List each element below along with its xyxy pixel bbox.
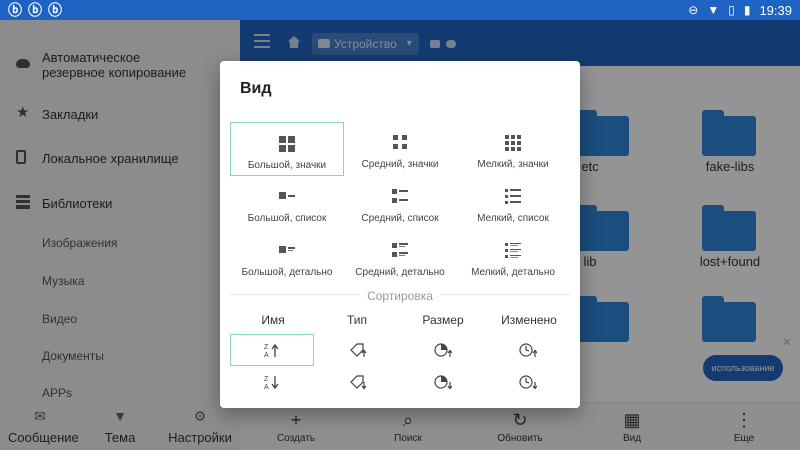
sort-alpha-desc-icon: Z A bbox=[264, 376, 279, 390]
sort-title-text: Сортировка bbox=[359, 289, 441, 303]
dialog-title: Вид bbox=[240, 80, 272, 97]
view-option-label: Средний, детально bbox=[355, 267, 445, 278]
sort-name-ascending-button[interactable]: Z A bbox=[230, 334, 314, 366]
clock: 19:39 bbox=[759, 2, 792, 18]
pie-down-icon bbox=[434, 375, 452, 390]
tag-up-icon bbox=[350, 343, 367, 357]
sort-column-modified: Изменено bbox=[501, 313, 557, 327]
sort-type-ascending-button[interactable] bbox=[316, 334, 400, 366]
medium-details-icon bbox=[392, 243, 408, 257]
view-option-large-list[interactable]: Большой, список bbox=[230, 176, 344, 230]
small-details-icon bbox=[505, 243, 521, 258]
dnd-icon: ⊖ bbox=[688, 3, 699, 17]
bug-icon: ⓑ bbox=[28, 2, 42, 18]
view-option-label: Мелкий, детально bbox=[471, 267, 555, 278]
view-dialog: Вид Большой, значки Средний, значки Мелк… bbox=[220, 61, 580, 408]
bug-icon: ⓑ bbox=[8, 2, 22, 18]
sort-column-type: Тип bbox=[346, 313, 367, 327]
view-option-medium-icons[interactable]: Средний, значки bbox=[343, 122, 457, 176]
sort-column-size: Размер bbox=[422, 313, 464, 327]
view-option-large-details[interactable]: Большой, детально bbox=[230, 230, 344, 284]
view-option-small-details[interactable]: Мелкий, детально bbox=[456, 230, 570, 284]
view-option-large-icons[interactable]: Большой, значки bbox=[230, 122, 344, 176]
sort-size-descending-button[interactable] bbox=[401, 366, 485, 398]
medium-grid-icon bbox=[393, 135, 407, 149]
svg-text:Z: Z bbox=[264, 376, 269, 383]
pie-up-icon bbox=[434, 343, 452, 357]
sort-section-title: Сортировка bbox=[220, 289, 580, 303]
bug-icon: ⓑ bbox=[48, 2, 62, 18]
large-grid-icon bbox=[279, 136, 295, 152]
sort-column-name: Имя bbox=[261, 313, 285, 327]
sort-modified-ascending-button[interactable] bbox=[486, 334, 570, 366]
no-sim-icon: ▯ bbox=[728, 3, 735, 17]
svg-text:Z: Z bbox=[264, 344, 269, 351]
view-option-label: Мелкий, значки bbox=[477, 159, 549, 170]
medium-list-icon bbox=[392, 189, 408, 203]
large-list-icon bbox=[279, 192, 295, 199]
view-option-medium-list[interactable]: Средний, список bbox=[343, 176, 457, 230]
svg-text:A: A bbox=[264, 384, 269, 390]
clock-down-icon bbox=[519, 375, 537, 390]
sort-alpha-asc-icon: Z A bbox=[264, 343, 279, 358]
clock-up-icon bbox=[519, 343, 537, 357]
sort-modified-descending-button[interactable] bbox=[486, 366, 570, 398]
battery-icon: ▮ bbox=[743, 3, 751, 17]
wifi-icon: ▼ bbox=[707, 3, 720, 17]
large-details-icon bbox=[279, 246, 295, 253]
sort-size-ascending-button[interactable] bbox=[401, 334, 485, 366]
view-option-label: Большой, список bbox=[247, 213, 327, 224]
view-option-label: Большой, детально bbox=[241, 267, 333, 278]
view-option-label: Средний, список bbox=[361, 213, 439, 224]
small-list-icon bbox=[505, 189, 521, 204]
view-option-medium-details[interactable]: Средний, детально bbox=[343, 230, 457, 284]
view-option-small-icons[interactable]: Мелкий, значки bbox=[456, 122, 570, 176]
status-bar: ⓑ ⓑ ⓑ ⊖ ▼ ▯ ▮ 19:39 bbox=[0, 0, 800, 20]
view-option-label: Средний, значки bbox=[361, 159, 439, 170]
small-grid-icon bbox=[505, 135, 521, 151]
sort-type-descending-button[interactable] bbox=[316, 366, 400, 398]
view-option-label: Мелкий, список bbox=[477, 213, 549, 224]
view-option-label: Большой, значки bbox=[247, 160, 327, 171]
tag-down-icon bbox=[350, 375, 367, 390]
view-option-small-list[interactable]: Мелкий, список bbox=[456, 176, 570, 230]
sort-name-descending-button[interactable]: Z A bbox=[230, 366, 314, 398]
svg-text:A: A bbox=[264, 352, 269, 358]
